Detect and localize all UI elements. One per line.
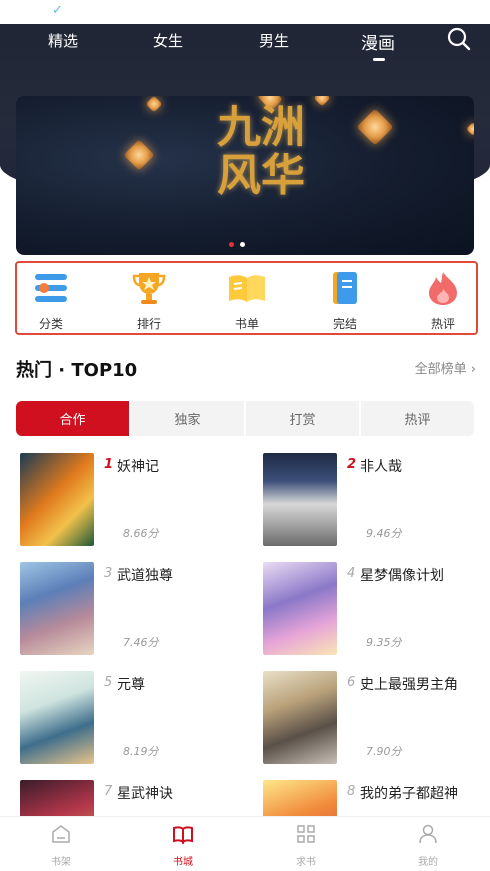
ranking-sub-tabs: 合作 独家 打赏 热评 <box>16 401 474 436</box>
bookstore-page: ✓ 精选 女生 男生 漫画 九洲风华 分类 排行 书单 完结 热评 热门 · T… <box>0 0 490 871</box>
tabbar-request-book[interactable]: 求书 <box>276 823 336 868</box>
book-rank: 8 <box>347 784 356 799</box>
book-title: 星梦偶像计划 <box>360 568 444 584</box>
status-bar: ✓ <box>0 0 490 24</box>
grid-icon <box>297 825 315 843</box>
entry-ranking-label: 排行 <box>136 317 161 331</box>
sub-tab-reward[interactable]: 打赏 <box>246 401 359 436</box>
lantern-decoration <box>356 108 394 146</box>
entry-hot-comments[interactable]: 热评 <box>413 269 473 332</box>
book-item[interactable]: 2 非人哉 9.46分 <box>263 453 490 549</box>
search-icon[interactable] <box>446 26 472 52</box>
category-icon <box>35 274 67 302</box>
book-rank: 3 <box>104 566 113 581</box>
top-nav: 精选 女生 男生 漫画 <box>0 24 490 72</box>
lantern-decoration <box>465 121 474 137</box>
book-cover <box>263 562 337 655</box>
book-title: 星武神诀 <box>117 786 173 802</box>
entry-hot-comments-label: 热评 <box>430 317 455 331</box>
book-title: 史上最强男主角 <box>360 677 458 693</box>
check-icon: ✓ <box>52 3 63 18</box>
book-rank: 1 <box>104 457 114 472</box>
section-title: 热门 · TOP10 <box>16 360 138 381</box>
open-book-icon <box>229 275 265 302</box>
book-rank: 6 <box>347 675 356 690</box>
tabbar-profile-label: 我的 <box>418 857 438 868</box>
tab-comic[interactable]: 漫画 <box>361 29 395 54</box>
lantern-decoration <box>145 96 163 113</box>
carousel-dot <box>240 242 245 247</box>
tab-featured[interactable]: 精选 <box>48 30 78 51</box>
tab-female[interactable]: 女生 <box>153 30 183 51</box>
book-item[interactable]: 3 武道独尊 7.46分 <box>20 562 250 658</box>
book-score: 8.19分 <box>123 745 159 758</box>
book-score: 7.90分 <box>366 745 402 758</box>
banner-carousel[interactable]: 九洲风华 <box>16 96 474 255</box>
book-item[interactable]: 1 妖神记 8.66分 <box>20 453 250 549</box>
banner-title: 九洲风华 <box>217 102 305 201</box>
entry-completed[interactable]: 完结 <box>315 269 375 332</box>
lantern-decoration <box>123 139 155 171</box>
tabbar-bookstore[interactable]: 书城 <box>153 823 213 868</box>
entry-category[interactable]: 分类 <box>21 269 81 332</box>
quick-entry-row: 分类 排行 书单 完结 热评 <box>15 261 478 335</box>
flame-icon <box>429 272 457 305</box>
lantern-decoration <box>313 96 331 107</box>
tabbar-bookshelf-label: 书架 <box>51 857 71 868</box>
book-score: 9.46分 <box>366 527 402 540</box>
book-item[interactable]: 6 史上最强男主角 7.90分 <box>263 671 490 767</box>
sub-tab-exclusive[interactable]: 独家 <box>131 401 244 436</box>
entry-booklist[interactable]: 书单 <box>217 269 277 332</box>
book-title: 妖神记 <box>117 459 159 475</box>
carousel-dot-active <box>229 242 234 247</box>
book-cover <box>20 671 94 764</box>
book-rank: 7 <box>104 784 113 799</box>
book-title: 非人哉 <box>360 459 402 475</box>
book-cover <box>263 453 337 546</box>
tab-active-indicator <box>373 58 385 61</box>
sub-tab-hot-comments[interactable]: 热评 <box>361 401 474 436</box>
book-rank: 5 <box>104 675 113 690</box>
entry-ranking[interactable]: 排行 <box>119 269 179 332</box>
bookshelf-icon <box>52 825 70 843</box>
book-title: 元尊 <box>117 677 145 693</box>
book-item[interactable]: 5 元尊 8.19分 <box>20 671 250 767</box>
book-rank: 4 <box>347 566 356 581</box>
tabbar-bookstore-label: 书城 <box>173 857 193 868</box>
entry-category-label: 分类 <box>38 317 63 331</box>
book-cover <box>263 671 337 764</box>
book-score: 8.66分 <box>123 527 159 540</box>
book-title: 武道独尊 <box>117 568 173 584</box>
all-rankings-link[interactable]: 全部榜单 › <box>415 358 476 377</box>
bookstore-icon <box>173 826 193 845</box>
book-item[interactable]: 4 星梦偶像计划 9.35分 <box>263 562 490 658</box>
book-title: 我的弟子都超神 <box>360 786 458 802</box>
bottom-tab-bar: 书架 书城 求书 我的 <box>0 816 490 871</box>
book-score: 9.35分 <box>366 636 402 649</box>
book-score: 7.46分 <box>123 636 159 649</box>
tabbar-bookshelf[interactable]: 书架 <box>31 823 91 868</box>
book-cover <box>20 562 94 655</box>
book-cover <box>20 453 94 546</box>
trophy-icon <box>132 273 166 304</box>
sub-tab-cooperation[interactable]: 合作 <box>16 401 129 436</box>
tabbar-profile[interactable]: 我的 <box>398 823 458 868</box>
entry-completed-label: 完结 <box>332 317 357 331</box>
bookmark-book-icon <box>333 272 357 304</box>
entry-booklist-label: 书单 <box>234 317 259 331</box>
carousel-dots <box>229 242 245 247</box>
tab-male[interactable]: 男生 <box>259 30 289 51</box>
tabbar-request-book-label: 求书 <box>296 857 316 868</box>
profile-icon <box>419 824 437 844</box>
book-rank: 2 <box>347 457 357 472</box>
